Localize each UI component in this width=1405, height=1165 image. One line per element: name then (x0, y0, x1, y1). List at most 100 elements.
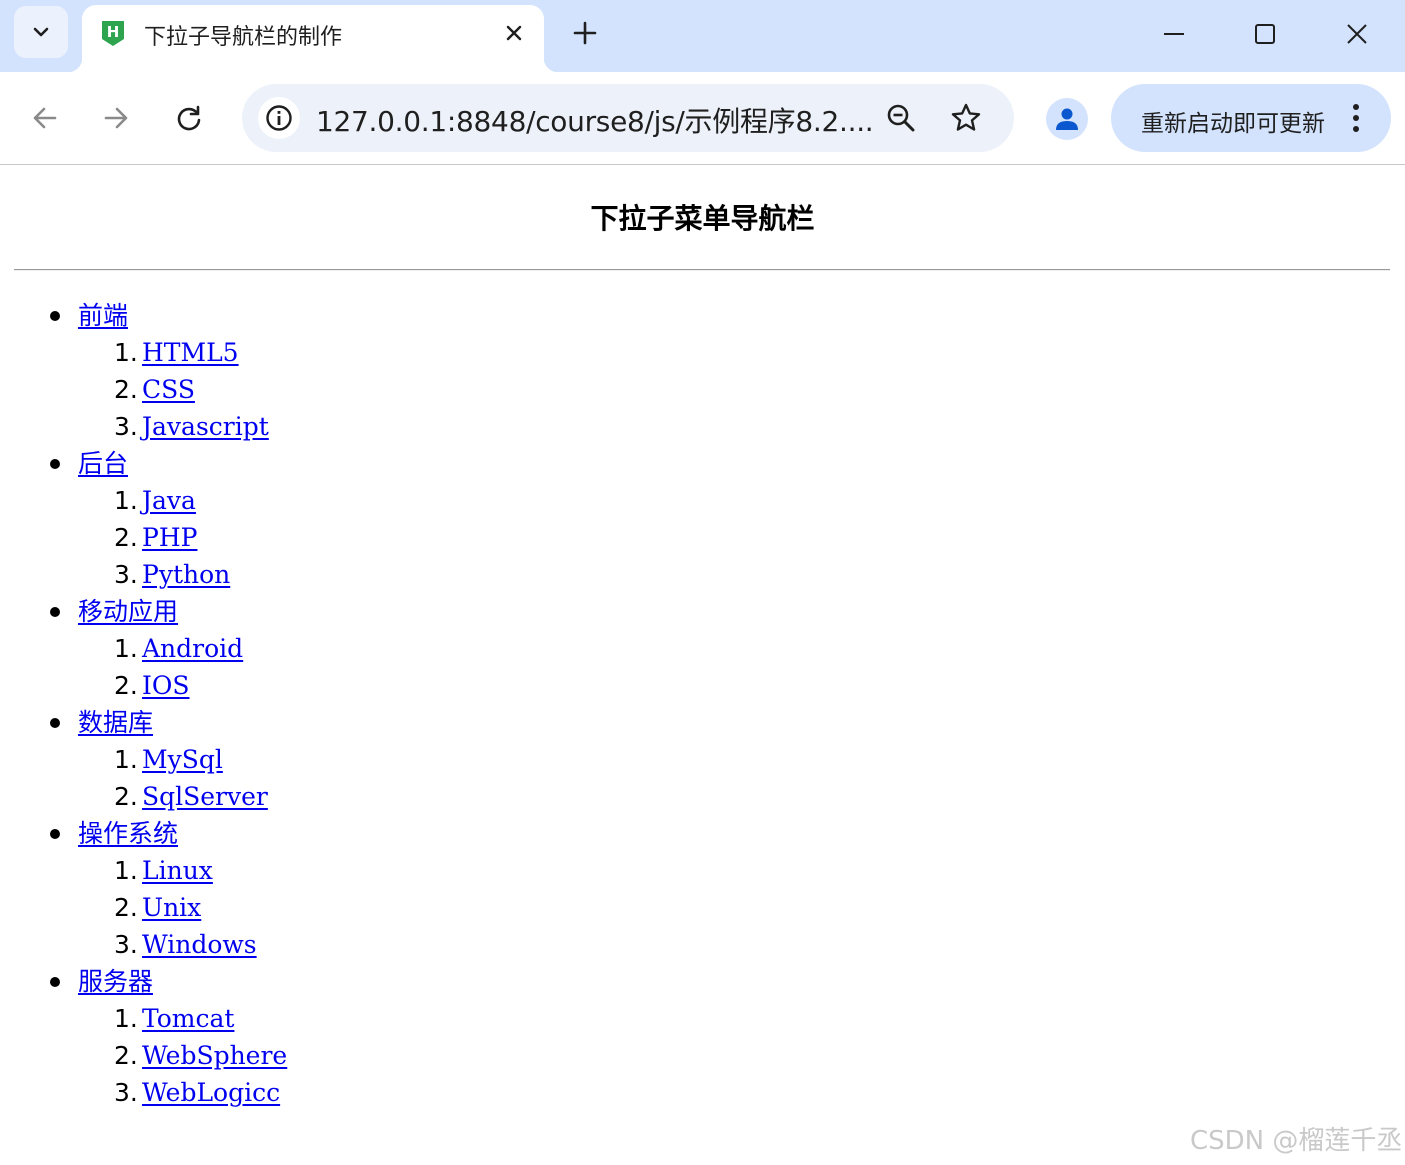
submenu-link[interactable]: Tomcat (142, 1004, 234, 1033)
submenu-link[interactable]: IOS (142, 671, 190, 700)
menu-item-mobile: 移动应用 1. Android 2. IOS (0, 593, 287, 704)
submenu-link[interactable]: Java (142, 486, 196, 515)
submenu-link[interactable]: Javascript (142, 412, 269, 441)
menu-link-os[interactable]: 操作系统 (78, 819, 178, 848)
submenu-link[interactable]: Unix (142, 893, 201, 922)
hbuilder-favicon-icon: H (102, 21, 124, 46)
submenu-server: 1. Tomcat 2. WebSphere 3. WebLogicc (78, 1000, 287, 1111)
minimize-icon (1164, 33, 1184, 35)
item-number: 1. (114, 486, 138, 515)
tab-strip: H 下拉子导航栏的制作 (0, 0, 1405, 72)
menu-item-frontend: 前端 1. HTML5 2. CSS 3. Javascript (0, 297, 287, 445)
horizontal-rule (14, 269, 1390, 271)
submenu-item: 1. Linux (78, 852, 287, 889)
submenu-link[interactable]: Windows (142, 930, 257, 959)
submenu-item: 3. Javascript (78, 408, 287, 445)
item-number: 2. (114, 523, 138, 552)
item-number: 2. (114, 671, 138, 700)
item-number: 3. (114, 412, 138, 441)
menu-link-server[interactable]: 服务器 (78, 967, 153, 996)
submenu-item: 1. Android (78, 630, 287, 667)
active-tab[interactable]: H 下拉子导航栏的制作 (68, 5, 558, 72)
favicon-letter: H (107, 23, 120, 41)
site-info-button[interactable] (258, 97, 300, 139)
tab-title: 下拉子导航栏的制作 (144, 25, 343, 50)
zoom-button[interactable] (884, 101, 918, 135)
tab-close-button[interactable] (500, 19, 528, 47)
kebab-menu-icon (1353, 104, 1359, 132)
submenu-link[interactable]: WebLogicc (142, 1078, 280, 1107)
nav-menu: 前端 1. HTML5 2. CSS 3. Javascript 后台 1. Java … (0, 297, 287, 1111)
submenu-item: 1. Tomcat (78, 1000, 287, 1037)
address-bar[interactable]: 127.0.0.1:8848/course8/js/示例程序8.2.... (242, 84, 1014, 152)
menu-button[interactable] (1341, 100, 1371, 136)
menu-link-frontend[interactable]: 前端 (78, 301, 128, 330)
item-number: 2. (114, 375, 138, 404)
close-window-button[interactable] (1337, 14, 1377, 54)
forward-button[interactable] (96, 98, 136, 138)
bullet-icon (50, 607, 60, 617)
submenu-link[interactable]: CSS (142, 375, 195, 404)
item-number: 1. (114, 745, 138, 774)
item-number: 3. (114, 930, 138, 959)
item-number: 1. (114, 856, 138, 885)
page-content: 下拉子菜单导航栏 前端 1. HTML5 2. CSS 3. Javascript 后… (0, 165, 1405, 1165)
submenu-link[interactable]: WebSphere (142, 1041, 287, 1070)
submenu-item: 3. Python (78, 556, 287, 593)
item-number: 2. (114, 1041, 138, 1070)
submenu-backend: 1. Java 2. PHP 3. Python (78, 482, 287, 593)
relaunch-update-button[interactable]: 重新启动即可更新 (1111, 84, 1391, 152)
star-icon (951, 103, 981, 131)
bullet-icon (50, 459, 60, 469)
item-number: 1. (114, 338, 138, 367)
tab-search-button[interactable] (14, 6, 68, 58)
submenu-link[interactable]: Python (142, 560, 230, 589)
browser-toolbar: 127.0.0.1:8848/course8/js/示例程序8.2.... 重新… (0, 72, 1405, 164)
update-label: 重新启动即可更新 (1141, 111, 1325, 137)
url-text[interactable]: 127.0.0.1:8848/course8/js/示例程序8.2.... (316, 100, 874, 140)
chevron-down-icon (33, 27, 49, 37)
menu-item-server: 服务器 1. Tomcat 2. WebSphere 3. WebLogicc (0, 963, 287, 1111)
submenu-link[interactable]: PHP (142, 523, 197, 552)
submenu-mobile: 1. Android 2. IOS (78, 630, 287, 704)
bullet-icon (50, 311, 60, 321)
profile-button[interactable] (1046, 98, 1088, 140)
item-number: 1. (114, 1004, 138, 1033)
close-icon (506, 25, 522, 41)
item-number: 2. (114, 893, 138, 922)
info-icon (266, 105, 292, 131)
submenu-item: 2. SqlServer (78, 778, 287, 815)
watermark: CSDN @榴莲千丞 (1190, 1126, 1403, 1156)
submenu-item: 2. PHP (78, 519, 287, 556)
arrow-left-icon (33, 107, 57, 129)
minimize-button[interactable] (1154, 14, 1194, 54)
maximize-icon (1255, 24, 1275, 44)
bookmark-button[interactable] (949, 101, 983, 135)
submenu-link[interactable]: SqlServer (142, 782, 268, 811)
submenu-link[interactable]: Linux (142, 856, 213, 885)
submenu-link[interactable]: Android (142, 634, 243, 663)
bullet-icon (50, 829, 60, 839)
bullet-icon (50, 718, 60, 728)
close-icon (1347, 24, 1367, 44)
new-tab-button[interactable] (568, 16, 602, 50)
plus-icon (573, 21, 597, 45)
submenu-item: 2. IOS (78, 667, 287, 704)
submenu-link[interactable]: HTML5 (142, 338, 239, 367)
submenu-database: 1. MySql 2. SqlServer (78, 741, 287, 815)
submenu-link[interactable]: MySql (142, 745, 223, 774)
zoom-out-icon (887, 104, 915, 132)
submenu-item: 2. Unix (78, 889, 287, 926)
submenu-os: 1. Linux 2. Unix 3. Windows (78, 852, 287, 963)
reload-button[interactable] (169, 98, 209, 138)
arrow-right-icon (104, 107, 128, 129)
bullet-icon (50, 977, 60, 987)
maximize-button[interactable] (1245, 14, 1285, 54)
menu-link-database[interactable]: 数据库 (78, 708, 153, 737)
menu-link-backend[interactable]: 后台 (78, 449, 128, 478)
menu-link-mobile[interactable]: 移动应用 (78, 597, 178, 626)
item-number: 1. (114, 634, 138, 663)
menu-item-database: 数据库 1. MySql 2. SqlServer (0, 704, 287, 815)
person-icon (1056, 108, 1078, 130)
back-button[interactable] (25, 98, 65, 138)
